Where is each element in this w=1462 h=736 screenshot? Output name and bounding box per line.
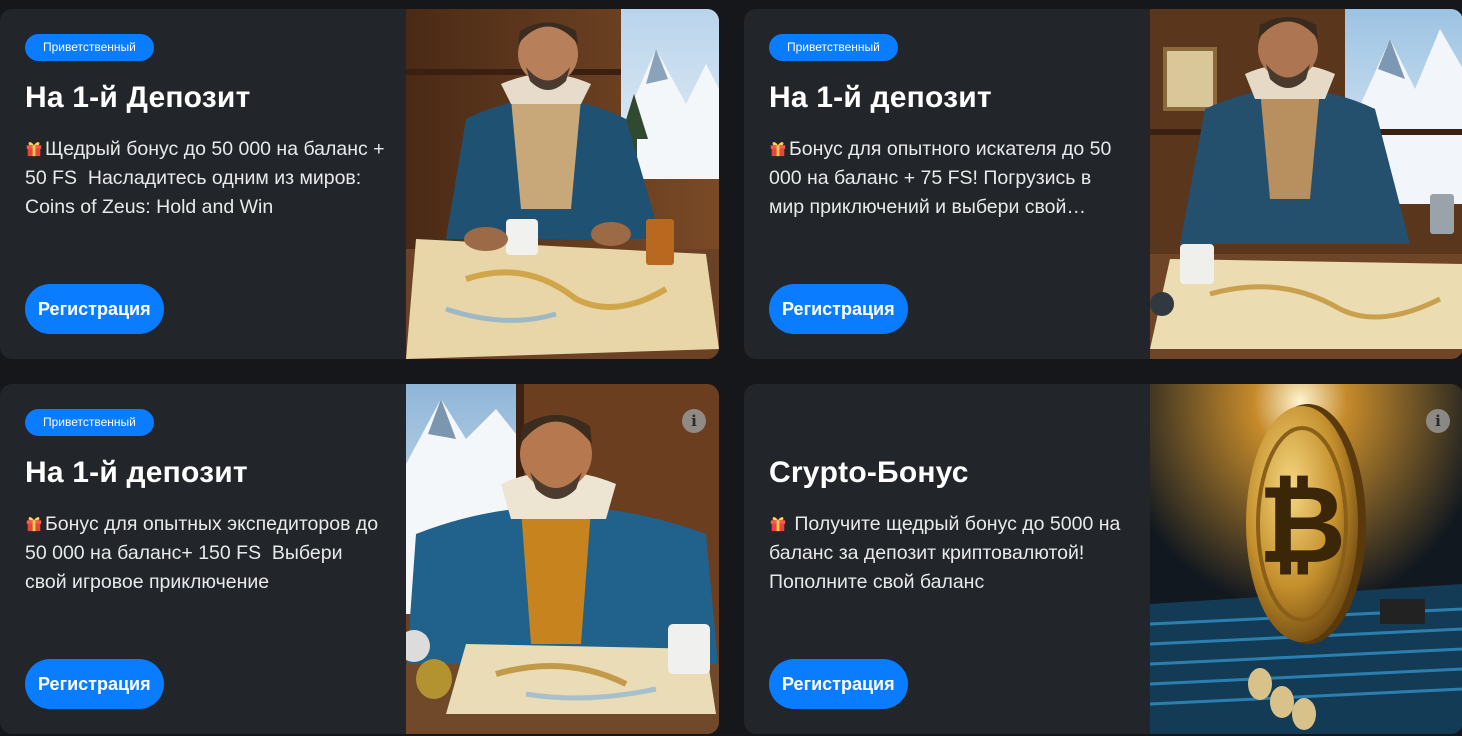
explorer-map-image [1150, 9, 1462, 359]
register-button[interactable]: Регистрация [769, 659, 908, 709]
info-icon[interactable]: i [1426, 409, 1450, 433]
bitcoin-coin-image: ₿ [1150, 384, 1462, 734]
promo-card-content: Приветственный На 1-й Депозит Щедрый бон… [25, 9, 395, 359]
promo-title: Crypto-Бонус [769, 456, 969, 489]
promo-card-content: Приветственный На 1-й депозит Бонус для … [25, 384, 395, 734]
promo-grid: Приветственный На 1-й Депозит Щедрый бон… [0, 0, 1462, 736]
promo-description: Получите щедрый бонус до 5000 на баланс … [769, 510, 1129, 597]
promo-title: На 1-й депозит [25, 456, 248, 489]
info-icon[interactable]: i [682, 409, 706, 433]
promo-badge: Приветственный [25, 409, 154, 436]
gift-icon [25, 139, 43, 157]
gift-icon [769, 139, 787, 157]
register-button[interactable]: Регистрация [25, 659, 164, 709]
promo-description: Щедрый бонус до 50 000 на баланс + 50 FS… [25, 135, 385, 222]
promo-card-content: Приветственный На 1-й депозит Бонус для … [769, 9, 1139, 359]
gift-icon [769, 514, 787, 532]
register-button[interactable]: Регистрация [769, 284, 908, 334]
promo-description-text: Бонус для опытного искателя до 50 000 на… [769, 138, 1112, 218]
promo-description: Бонус для опытных экспедиторов до 50 000… [25, 510, 385, 597]
explorer-map-image [406, 384, 719, 734]
gift-icon [25, 514, 43, 532]
promo-title: На 1-й депозит [769, 81, 992, 114]
promo-description-text: Бонус для опытных экспедиторов до 50 000… [25, 513, 379, 593]
promo-title: На 1-й Депозит [25, 81, 251, 114]
promo-badge: Приветственный [25, 34, 154, 61]
promo-description-text: Щедрый бонус до 50 000 на баланс + 50 FS… [25, 138, 385, 218]
promo-card: Приветственный На 1-й Депозит Щедрый бон… [0, 9, 719, 359]
svg-text:₿: ₿ [1258, 463, 1346, 588]
promo-description-text: Получите щедрый бонус до 5000 на баланс … [769, 513, 1121, 593]
register-button[interactable]: Регистрация [25, 284, 164, 334]
promo-description: Бонус для опытного искателя до 50 000 на… [769, 135, 1129, 222]
promo-card-content: Crypto-Бонус Получите щедрый бонус до 50… [769, 384, 1139, 734]
promo-card: Приветственный На 1-й депозит Бонус для … [0, 384, 719, 734]
promo-card: Приветственный На 1-й депозит Бонус для … [744, 9, 1462, 359]
promo-badge: Приветственный [769, 34, 898, 61]
promo-card: Crypto-Бонус Получите щедрый бонус до 50… [744, 384, 1462, 734]
explorer-map-image [406, 9, 719, 359]
